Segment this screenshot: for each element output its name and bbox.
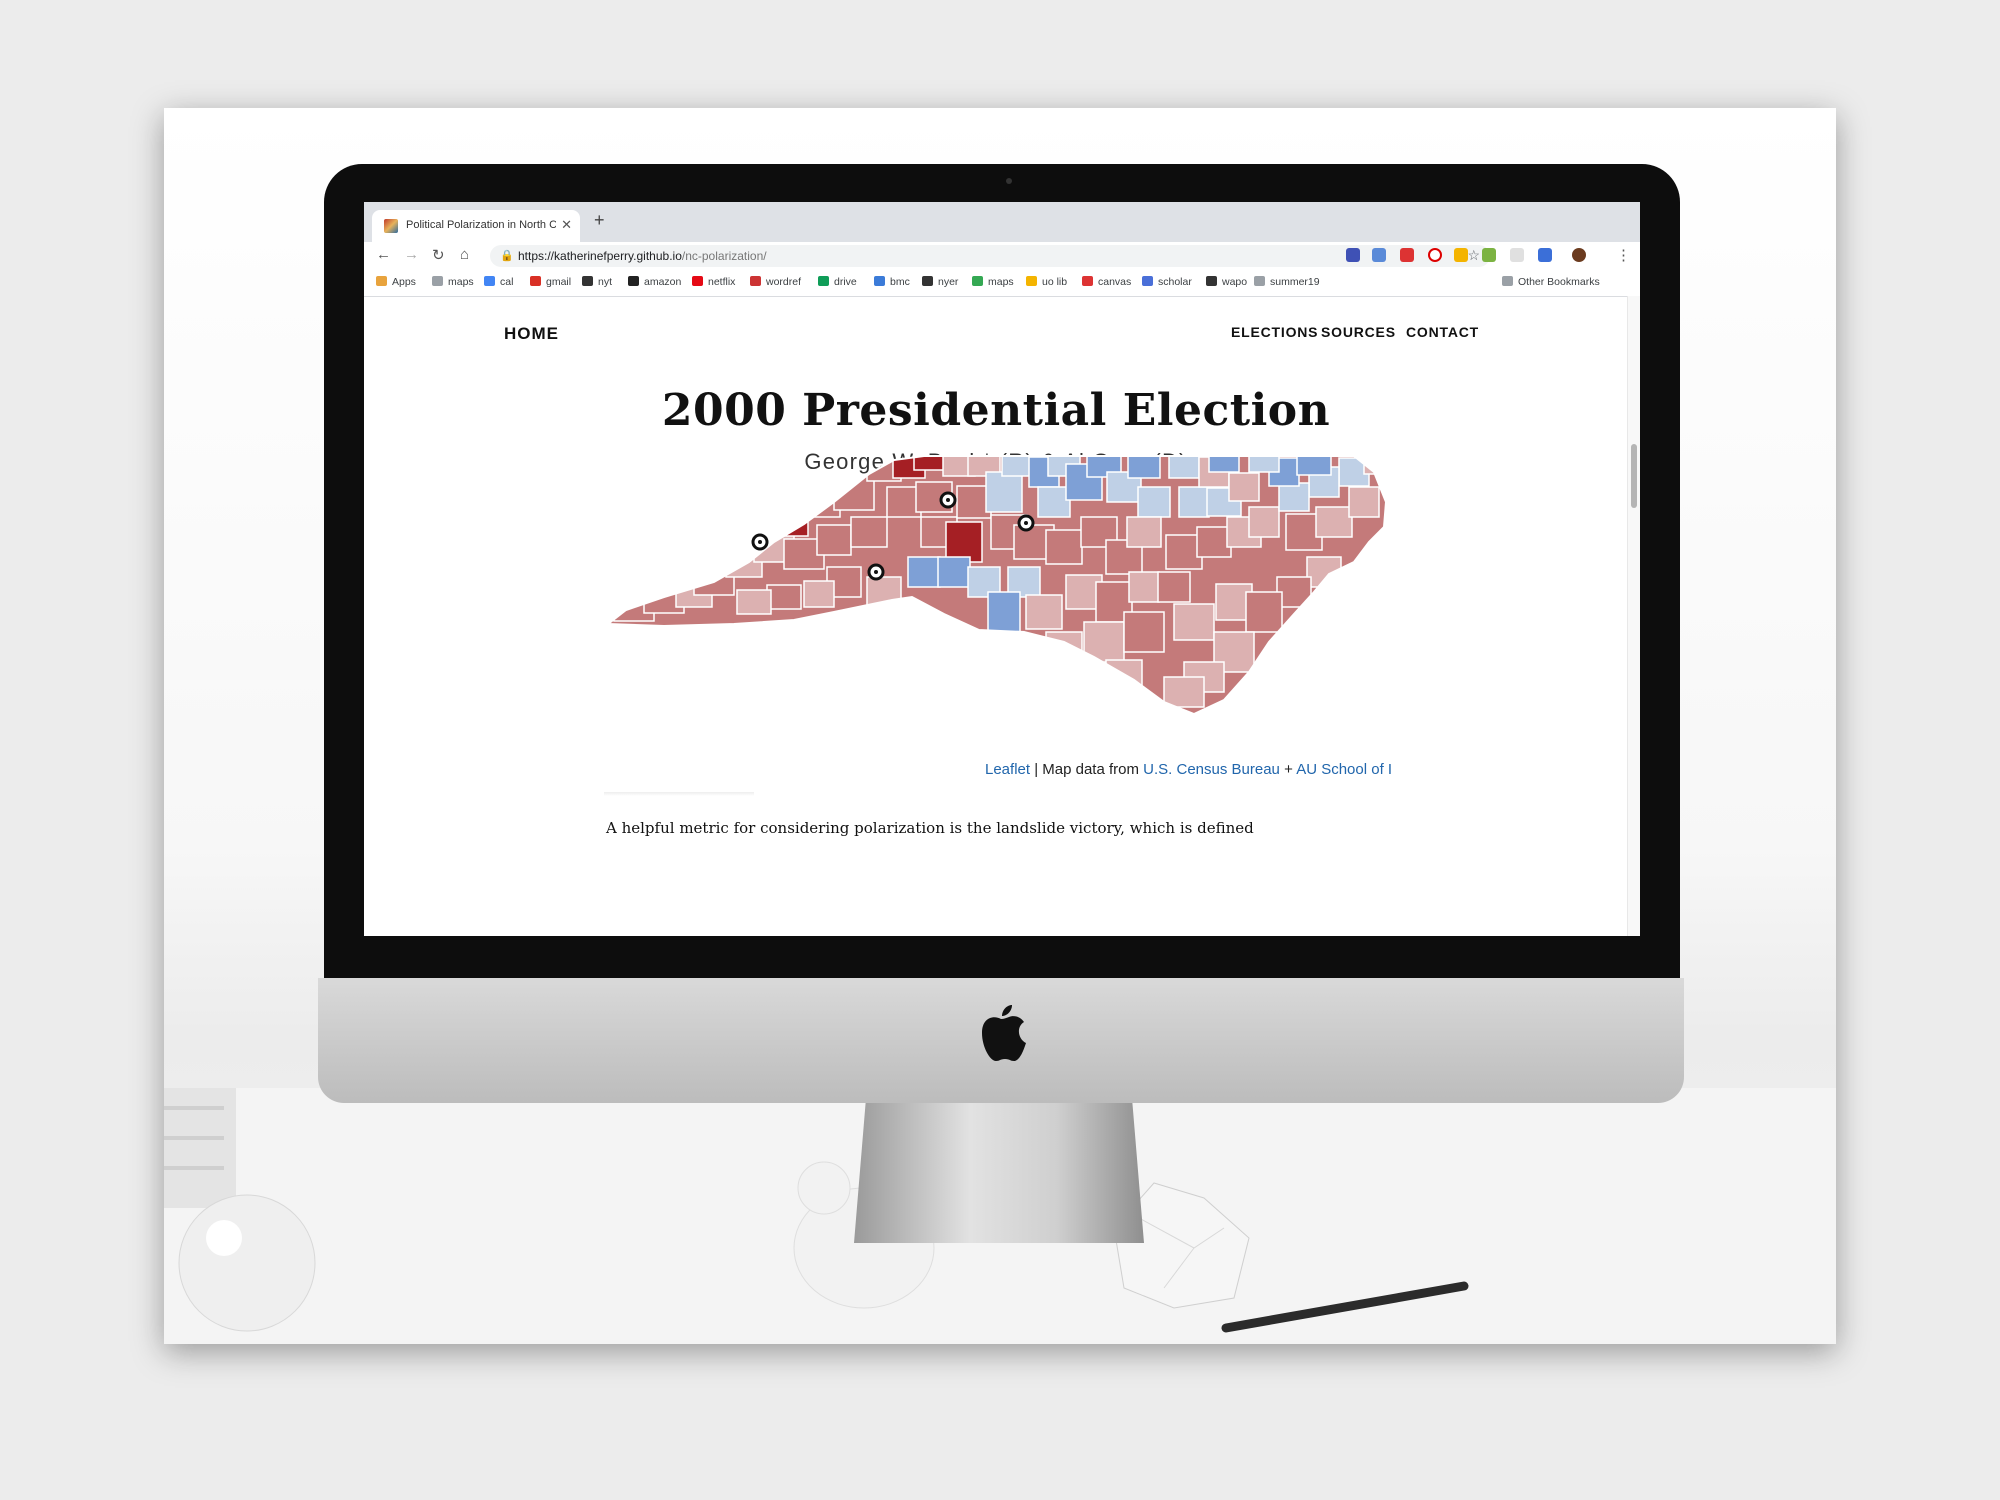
city-marker[interactable] [1017,514,1035,532]
census-link[interactable]: U.S. Census Bureau [1143,761,1280,778]
scrollbar-thumb[interactable] [1631,444,1637,508]
page-scrollbar[interactable] [1627,296,1640,936]
city-marker[interactable] [867,563,885,581]
body-paragraph: A helpful metric for considering polariz… [606,819,1254,837]
county-shape[interactable] [1348,486,1380,518]
county-shape[interactable] [1245,591,1283,633]
county-shape[interactable] [1278,482,1310,512]
city-marker[interactable] [751,533,769,551]
county-shape[interactable] [1137,486,1171,518]
monitor-screen: Political Polarization in North C ✕ + ← … [364,202,1640,936]
county-shape[interactable] [1065,664,1103,700]
county-shape[interactable] [1306,556,1342,588]
county-shape[interactable] [1296,449,1332,476]
product-mockup: Political Polarization in North C ✕ + ← … [164,108,1836,1344]
glass-sphere-decoration [178,1194,316,1332]
county-shape[interactable] [850,516,888,548]
leaflet-link[interactable]: Leaflet [985,761,1030,778]
county-shape[interactable] [1178,486,1210,518]
county-shape[interactable] [1163,676,1205,708]
county-shape[interactable] [1023,651,1065,693]
county-shape[interactable] [1045,529,1083,565]
county-shape[interactable] [1315,506,1353,538]
county-shape[interactable] [1196,526,1232,558]
county-shape[interactable] [937,556,971,588]
county-shape[interactable] [1168,450,1200,479]
attribution-plus: + [1279,761,1297,778]
county-shape[interactable] [803,580,835,608]
county-shape[interactable] [945,521,983,563]
county-shape[interactable] [987,591,1021,633]
county-shape[interactable] [1123,611,1165,653]
camera-dot [1006,178,1012,184]
county-shape[interactable] [736,589,772,615]
county-shape[interactable] [1105,659,1143,695]
map-attribution: Leaflet | Map data from U.S. Census Bure… [985,761,1392,778]
county-shape[interactable] [816,524,852,556]
county-shape[interactable] [907,556,941,588]
county-shape[interactable] [693,564,735,596]
attribution-separator: | Map data from [1030,761,1144,778]
city-marker[interactable] [939,491,957,509]
county-shape[interactable] [1157,571,1191,603]
monitor-stand [854,1103,1144,1243]
cup-decoration [164,1088,236,1208]
county-shape[interactable] [1037,486,1071,518]
county-shape[interactable] [1173,603,1215,641]
county-shape[interactable] [1025,594,1063,630]
county-shape[interactable] [1126,516,1162,548]
county-shape[interactable] [1228,472,1260,502]
county-shape[interactable] [1128,571,1160,603]
county-shape[interactable] [1248,506,1280,538]
divider [604,792,754,796]
au-school-link[interactable]: AU School of I [1296,761,1392,778]
county-shape[interactable] [766,584,802,610]
apple-logo-icon [982,1005,1026,1061]
county-shape[interactable] [779,507,809,537]
county-shape[interactable] [1127,450,1161,479]
county-shape[interactable] [985,471,1023,513]
